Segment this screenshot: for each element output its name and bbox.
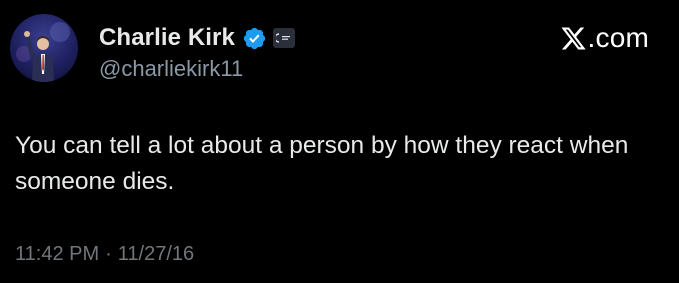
verified-badge-icon (243, 27, 266, 49)
tweet-date: 11/27/16 (117, 243, 195, 265)
tweet-time: 11:42 PM (15, 243, 100, 265)
author-handle[interactable]: @charliekirk11 (99, 56, 243, 82)
affiliate-badge-icon[interactable] (272, 28, 295, 48)
tweet-text: You can tell a lot about a person by how… (15, 132, 629, 195)
avatar[interactable] (10, 14, 78, 82)
author-name-row: Charlie Kirk (99, 22, 295, 54)
x-logo-icon (560, 27, 586, 49)
author-display-name[interactable]: Charlie Kirk (99, 24, 235, 52)
affiliate-logo-icon (275, 33, 290, 43)
tweet-timestamp[interactable]: 11:42 PM · 11/27/16 (15, 243, 194, 266)
brand-watermark: .com (560, 20, 649, 56)
avatar-image (16, 22, 70, 82)
brand-domain: .com (587, 22, 649, 53)
meta-separator: · (105, 243, 112, 265)
